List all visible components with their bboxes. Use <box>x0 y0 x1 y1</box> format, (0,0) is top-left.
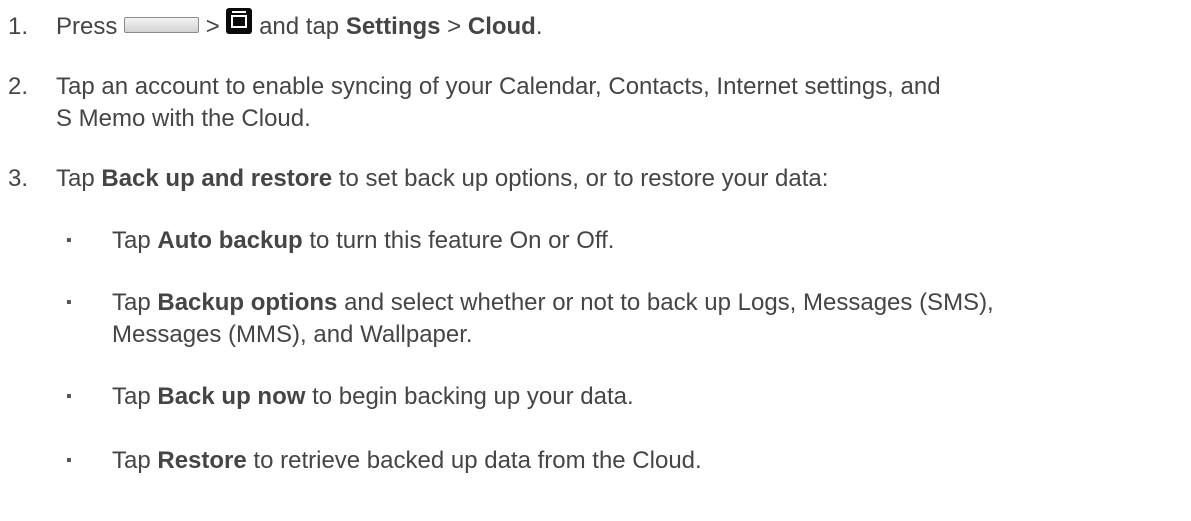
step-number: 2. <box>8 73 29 100</box>
menu-key-icon <box>226 7 253 34</box>
bullet-text: Tap Auto backup to turn this feature On … <box>112 227 615 254</box>
back-up-and-restore-label: Back up and restore <box>101 165 333 192</box>
bullet-text: Tap Restore to retrieve backed up data f… <box>112 447 702 474</box>
bullet-icon: ▪ <box>66 294 72 311</box>
step-number: 3. <box>8 165 29 192</box>
settings-label: Settings <box>345 13 441 40</box>
restore-label: Restore <box>157 447 247 474</box>
bullet-icon: ▪ <box>66 232 72 249</box>
auto-backup-label: Auto backup <box>157 227 303 254</box>
bullet-text: Tap Backup options and select whether or… <box>112 289 994 316</box>
bullet-icon: ▪ <box>66 388 72 405</box>
step-text-line-2: S Memo with the Cloud. <box>56 105 311 132</box>
step-text: Tap Back up and restore to set back up o… <box>56 165 829 192</box>
cloud-label: Cloud <box>467 13 536 40</box>
step-text: Press > and tap Settings > Cloud. <box>56 7 543 42</box>
bullet-text: Tap Back up now to begin backing up your… <box>112 383 634 410</box>
bullet-icon: ▪ <box>66 452 72 469</box>
step-text-line-1: Tap an account to enable syncing of your… <box>56 73 941 100</box>
back-up-now-label: Back up now <box>157 383 306 410</box>
home-key-icon <box>124 16 200 33</box>
backup-options-label: Backup options <box>157 289 338 316</box>
step-number: 1. <box>8 13 29 40</box>
bullet-text-line-2: Messages (MMS), and Wallpaper. <box>112 321 473 348</box>
